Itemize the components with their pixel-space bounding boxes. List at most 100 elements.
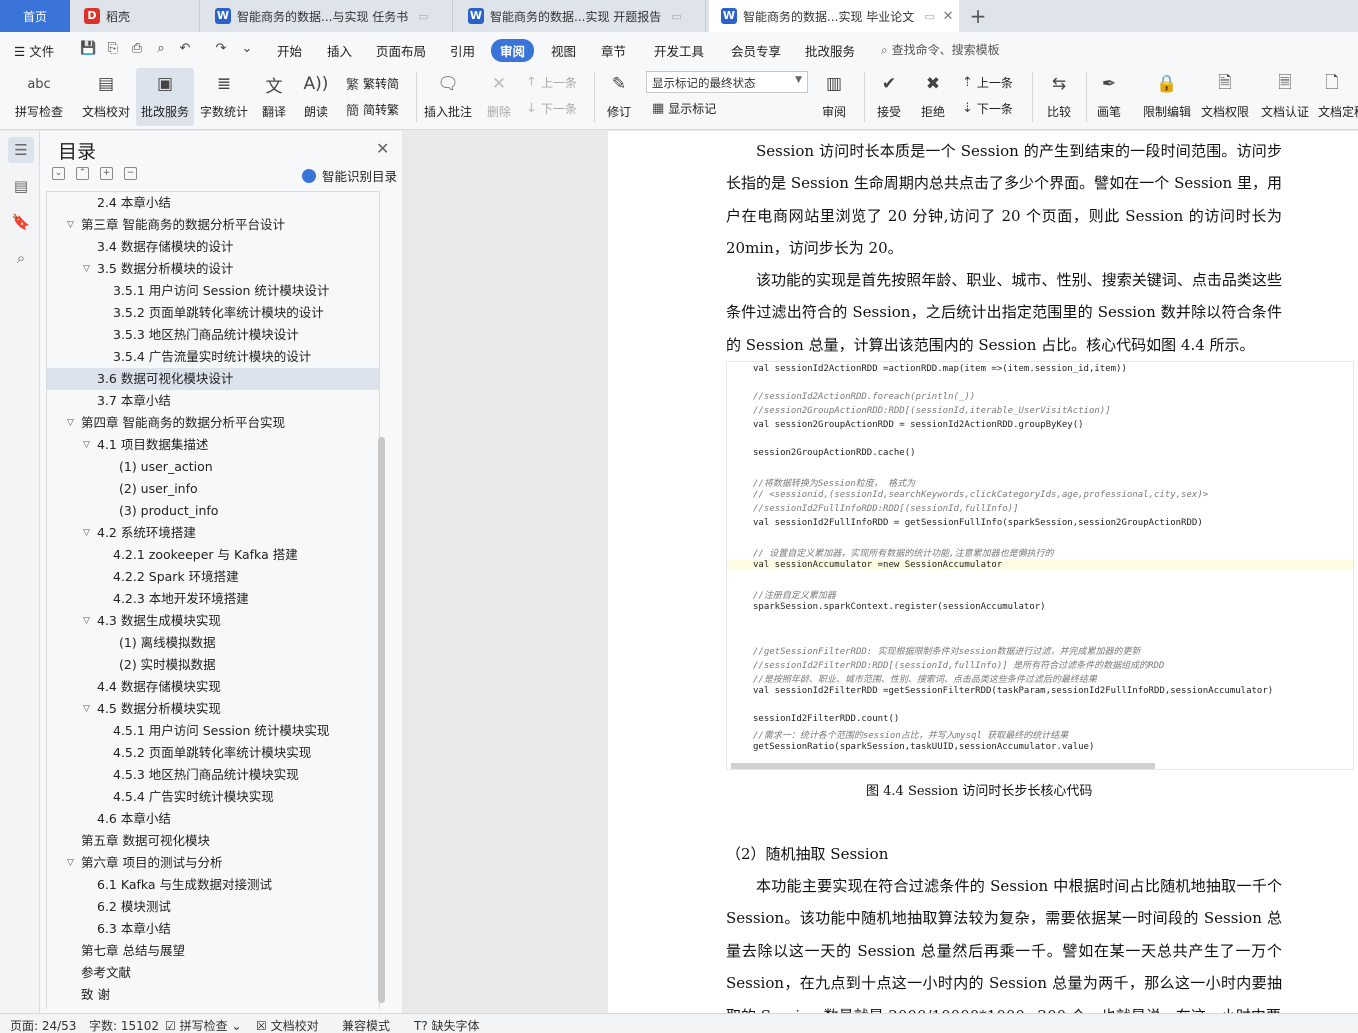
toc-item[interactable]: ▽ 4.3 数据生成模块实现 (47, 610, 379, 632)
toc-item[interactable]: 3.7 本章小结 (47, 390, 379, 412)
show-markup-button[interactable]: ▦ 显示标记 (652, 100, 716, 117)
tab-document-thesis[interactable]: W 智能商务的数据...实现 毕业论文 ▭ ✕ (709, 0, 959, 32)
section-nav-icon[interactable]: ▤ (8, 173, 34, 199)
toc-scrollbar[interactable] (378, 437, 385, 1003)
menu-member[interactable]: 会员专享 (731, 41, 781, 60)
prev-comment-button[interactable]: ↑ 上一条 (526, 74, 577, 91)
toc-item[interactable]: 第五章 数据可视化模块 (47, 830, 379, 852)
toc-item[interactable]: 4.2.1 zookeeper 与 Kafka 搭建 (47, 544, 379, 566)
toc-item[interactable]: ▽ 第六章 项目的测试与分析 (47, 852, 379, 874)
toc-item[interactable]: 致 谢 (47, 984, 379, 1006)
toc-item[interactable]: 6.1 Kafka 与生成数据对接测试 (47, 874, 379, 896)
accept-button[interactable]: ✔ 接受 (870, 68, 908, 126)
toc-panel-icon[interactable]: ☰ (8, 137, 34, 163)
menu-page-layout[interactable]: 页面布局 (376, 41, 426, 60)
quick-access-more-icon[interactable]: ⌄ (239, 41, 255, 57)
pin-icon[interactable]: ▭ (671, 10, 681, 23)
menu-insert[interactable]: 插入 (327, 41, 352, 60)
word-count-indicator[interactable]: 字数: 15102 (89, 1017, 159, 1033)
toc-item[interactable]: 6.3 本章小结 (47, 918, 379, 940)
toc-item[interactable]: 3.5.2 页面单跳转化率统计模块的设计 (47, 302, 379, 324)
toc-item[interactable]: 2.4 本章小结 (47, 192, 379, 214)
bookmark-icon[interactable]: 🔖 (8, 209, 34, 235)
menu-section[interactable]: 章节 (601, 41, 626, 60)
find-icon[interactable]: ⌕ (8, 245, 34, 271)
menu-view[interactable]: 视图 (551, 41, 576, 60)
page-indicator[interactable]: 页面: 24/53 (10, 1017, 76, 1033)
toc-item[interactable]: 4.6 本章小结 (47, 808, 379, 830)
toc-item[interactable]: 3.5.4 广告流量实时统计模块的设计 (47, 346, 379, 368)
undo-icon[interactable]: ↶ (177, 41, 193, 57)
expand-up-icon[interactable]: ⌃ (76, 167, 89, 180)
menu-start[interactable]: 开始 (277, 41, 302, 60)
close-icon[interactable]: ✕ (376, 139, 389, 158)
pen-button[interactable]: ✒ 画笔 (1092, 68, 1126, 126)
toc-item[interactable]: 4.5.3 地区热门商品统计模块实现 (47, 764, 379, 786)
missing-font-status[interactable]: T? 缺失字体 (414, 1017, 480, 1033)
prev-change-button[interactable]: ⇡ 上一条 (962, 74, 1013, 91)
spell-check-button[interactable]: abc 拼写检查 (10, 68, 68, 126)
toc-item[interactable]: (3) product_info (47, 500, 379, 522)
expand-arrow-icon[interactable]: ▽ (67, 214, 74, 236)
export-pdf-icon[interactable]: ⎘ (105, 41, 121, 57)
expand-arrow-icon[interactable]: ▽ (67, 412, 74, 434)
insert-comment-button[interactable]: 🗨 插入批注 (422, 68, 474, 126)
document-page[interactable]: Session 访问时长本质是一个 Session 的产生到结束的一段时间范围。… (608, 131, 1358, 1013)
restrict-edit-button[interactable]: 🔒 限制编辑 (1140, 68, 1194, 126)
word-count-button[interactable]: ≣ 字数统计 (198, 68, 250, 126)
doc-cert-button[interactable]: 🗏 文档认证 (1258, 68, 1312, 126)
expand-arrow-icon[interactable]: ▽ (67, 852, 74, 874)
new-tab-button[interactable]: + (964, 0, 992, 32)
pin-icon[interactable]: ▭ (924, 10, 934, 23)
toc-item[interactable]: 3.5.3 地区热门商品统计模块设计 (47, 324, 379, 346)
toc-item[interactable]: (2) 实时模拟数据 (47, 654, 379, 676)
review-pane-button[interactable]: ▥ 审阅 (814, 68, 854, 126)
toc-item[interactable]: 4.4 数据存储模块实现 (47, 676, 379, 698)
expand-arrow-icon[interactable]: ▽ (83, 434, 90, 456)
menu-review[interactable]: 审阅 (491, 39, 535, 62)
expand-arrow-icon[interactable]: ▽ (83, 698, 90, 720)
doc-proof-status[interactable]: ☒ 文档校对 (256, 1017, 319, 1033)
print-icon[interactable]: ⎙ (129, 41, 145, 57)
toc-item[interactable]: 3.6 数据可视化模块设计 (47, 368, 379, 390)
toc-item[interactable]: 4.5.4 广告实时统计模块实现 (47, 786, 379, 808)
tab-document-task[interactable]: W 智能商务的数据...与实现 任务书 ▭ (203, 0, 453, 32)
file-menu[interactable]: ☰ 文件 (14, 41, 54, 60)
translate-button[interactable]: 文 翻译 (256, 68, 292, 126)
toc-item[interactable]: (1) 离线模拟数据 (47, 632, 379, 654)
next-change-button[interactable]: ⇣ 下一条 (962, 100, 1013, 117)
toc-item[interactable]: 4.2.3 本地开发环境搭建 (47, 588, 379, 610)
toc-item[interactable]: (2) user_info (47, 478, 379, 500)
review-service-button[interactable]: ▣ 批改服务 (136, 68, 194, 126)
toc-item[interactable]: 3.4 数据存储模块的设计 (47, 236, 379, 258)
trad-to-simp-button[interactable]: 繁繁转简 (346, 74, 399, 93)
tab-home[interactable]: 首页 (0, 0, 70, 32)
expand-arrow-icon[interactable]: ▽ (83, 610, 90, 632)
toc-item[interactable]: 4.5.2 页面单跳转化率统计模块实现 (47, 742, 379, 764)
toc-item[interactable]: 参考文献 (47, 962, 379, 984)
toc-item[interactable]: (1) user_action (47, 456, 379, 478)
toc-item[interactable]: ▽ 4.5 数据分析模块实现 (47, 698, 379, 720)
tab-document-proposal[interactable]: W 智能商务的数据...实现 开题报告 ▭ (456, 0, 706, 32)
markup-state-select[interactable]: 显示标记的最终状态 ▼ (646, 71, 808, 93)
collapse-all-icon[interactable]: ⌄ (52, 167, 65, 180)
menu-developer[interactable]: 开发工具 (654, 41, 704, 60)
simp-to-trad-button[interactable]: 簡简转繁 (346, 100, 399, 119)
toc-item[interactable]: 4.5.1 用户访问 Session 统计模块实现 (47, 720, 379, 742)
tab-daoke[interactable]: D 稻壳 (72, 0, 200, 32)
toc-item[interactable]: 6.2 模块测试 (47, 896, 379, 918)
toc-item[interactable]: 4.2.2 Spark 环境搭建 (47, 566, 379, 588)
spell-check-status[interactable]: ☑ 拼写检查 ⌄ (165, 1017, 242, 1033)
pin-icon[interactable]: ▭ (418, 10, 428, 23)
menu-review-service[interactable]: 批改服务 (805, 41, 855, 60)
toc-item[interactable]: 第七章 总结与展望 (47, 940, 379, 962)
collapse-icon[interactable]: − (124, 167, 137, 180)
revise-button[interactable]: ✎ 修订 (600, 68, 638, 126)
toc-item[interactable]: ▽ 4.1 项目数据集描述 (47, 434, 379, 456)
close-tab-icon[interactable]: ✕ (943, 9, 954, 24)
compare-button[interactable]: ⇆ 比较 (1038, 68, 1080, 126)
print-preview-icon[interactable]: ⌕ (153, 41, 169, 57)
doc-proof-button[interactable]: ▤ 文档校对 (78, 68, 134, 126)
toc-item[interactable]: 3.5.1 用户访问 Session 统计模块设计 (47, 280, 379, 302)
redo-icon[interactable]: ↷ (213, 41, 229, 57)
